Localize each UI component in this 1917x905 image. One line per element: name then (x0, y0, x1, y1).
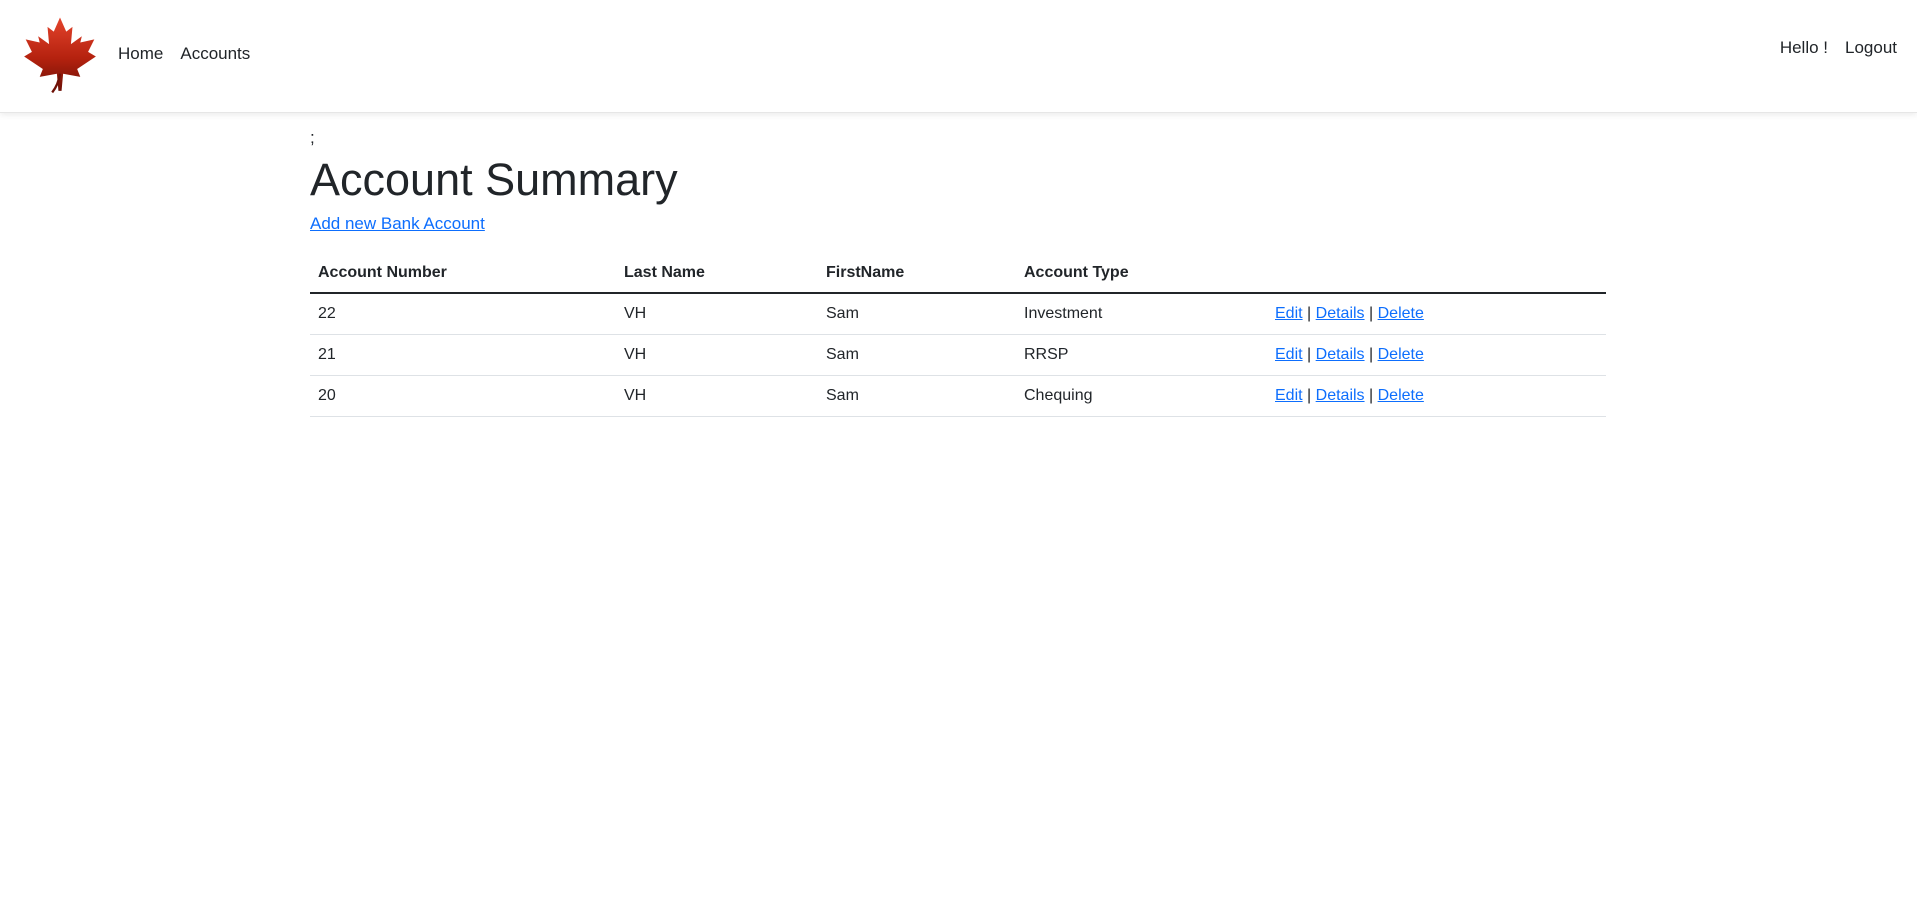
cell-last-name: VH (616, 334, 818, 376)
header-first-name: FirstName (818, 254, 1016, 294)
cell-actions: Edit | Details | Delete (1267, 334, 1606, 376)
table-row: 20 VH Sam Chequing Edit | Details | Dele… (310, 375, 1606, 417)
table-header-row: Account Number Last Name FirstName Accou… (310, 254, 1606, 294)
top-navbar: Home Accounts Hello ! Logout (0, 0, 1917, 113)
edit-link[interactable]: Edit (1275, 387, 1303, 404)
separator: | (1369, 346, 1374, 363)
cell-first-name: Sam (818, 375, 1016, 417)
details-link[interactable]: Details (1316, 346, 1365, 363)
cell-account-number: 21 (310, 334, 616, 376)
separator: | (1307, 387, 1312, 404)
nav-home-link[interactable]: Home (118, 44, 163, 64)
header-account-number: Account Number (310, 254, 616, 294)
maple-leaf-logo-icon[interactable] (21, 14, 99, 96)
main-content: ; Account Summary Add new Bank Account A… (310, 128, 1606, 417)
separator: | (1369, 305, 1374, 322)
edit-link[interactable]: Edit (1275, 305, 1303, 322)
nav-accounts-link[interactable]: Accounts (180, 44, 250, 64)
delete-link[interactable]: Delete (1378, 346, 1424, 363)
page-title: Account Summary (310, 154, 678, 205)
delete-link[interactable]: Delete (1378, 305, 1424, 322)
accounts-table: Account Number Last Name FirstName Accou… (310, 254, 1606, 417)
separator: | (1307, 346, 1312, 363)
delete-link[interactable]: Delete (1378, 387, 1424, 404)
edit-link[interactable]: Edit (1275, 346, 1303, 363)
cell-last-name: VH (616, 293, 818, 335)
cell-account-type: Chequing (1016, 375, 1267, 417)
user-nav: Hello ! Logout (1780, 38, 1897, 58)
cell-account-type: RRSP (1016, 334, 1267, 376)
cell-actions: Edit | Details | Delete (1267, 375, 1606, 417)
header-last-name: Last Name (616, 254, 818, 294)
stray-semicolon-text: ; (310, 128, 315, 147)
cell-first-name: Sam (818, 334, 1016, 376)
separator: | (1307, 305, 1312, 322)
cell-account-type: Investment (1016, 293, 1267, 335)
cell-actions: Edit | Details | Delete (1267, 293, 1606, 335)
details-link[interactable]: Details (1316, 387, 1365, 404)
logout-link[interactable]: Logout (1845, 38, 1897, 58)
add-new-bank-account-link[interactable]: Add new Bank Account (310, 214, 485, 234)
separator: | (1369, 387, 1374, 404)
table-row: 21 VH Sam RRSP Edit | Details | Delete (310, 334, 1606, 376)
greeting-text: Hello ! (1779, 38, 1828, 57)
table-row: 22 VH Sam Investment Edit | Details | De… (310, 293, 1606, 335)
cell-first-name: Sam (818, 293, 1016, 335)
details-link[interactable]: Details (1316, 305, 1365, 322)
cell-account-number: 22 (310, 293, 616, 335)
header-account-type: Account Type (1016, 254, 1267, 294)
main-nav: Home Accounts (118, 44, 250, 64)
cell-account-number: 20 (310, 375, 616, 417)
cell-last-name: VH (616, 375, 818, 417)
header-actions (1267, 254, 1606, 294)
